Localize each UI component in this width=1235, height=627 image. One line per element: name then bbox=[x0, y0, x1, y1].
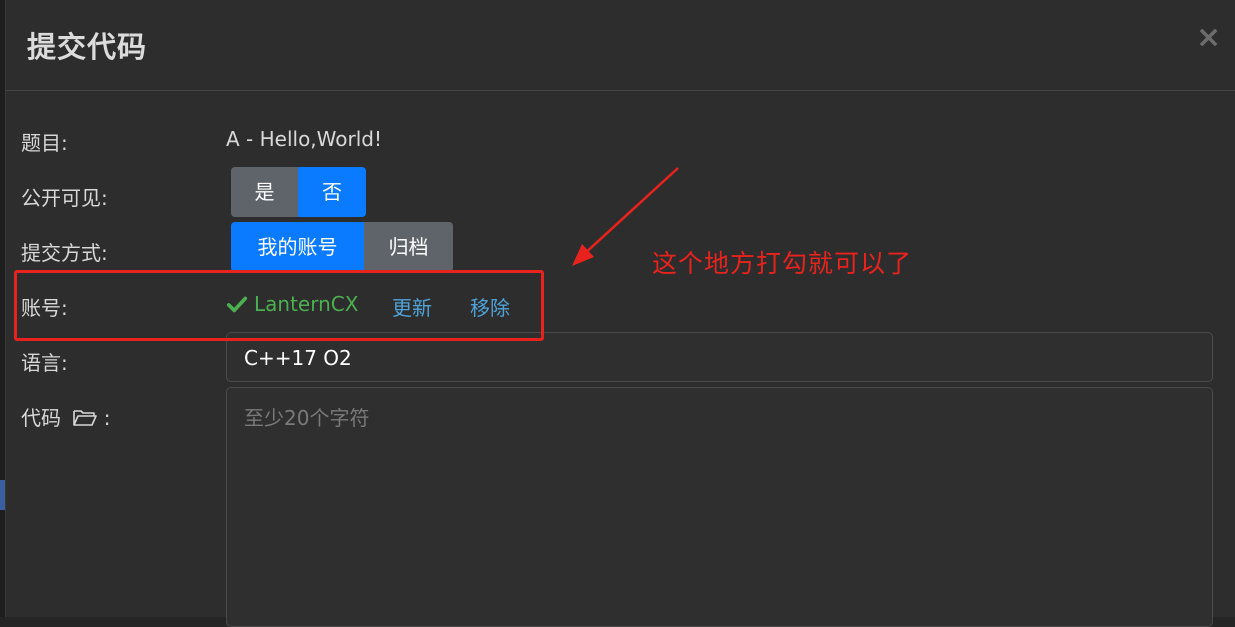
annotation-text: 这个地方打勾就可以了 bbox=[652, 249, 913, 278]
code-label-row: 代码 : bbox=[21, 402, 110, 431]
code-label: 代码 bbox=[21, 406, 61, 430]
close-button[interactable]: × bbox=[1196, 22, 1221, 54]
language-selected-value: C++17 O2 bbox=[244, 346, 352, 370]
visibility-no-button[interactable]: 否 bbox=[298, 167, 366, 217]
my-account-button[interactable]: 我的账号 bbox=[231, 222, 364, 272]
archive-button[interactable]: 归档 bbox=[364, 222, 453, 272]
code-label-colon: : bbox=[103, 406, 111, 430]
submit-method-label: 提交方式: bbox=[21, 241, 108, 265]
code-placeholder: 至少20个字符 bbox=[244, 406, 370, 430]
problem-value: A - Hello,World! bbox=[226, 127, 382, 151]
visibility-toggle-group: 是 否 bbox=[231, 167, 366, 217]
problem-label: 题目: bbox=[21, 131, 68, 155]
modal-title: 提交代码 bbox=[27, 30, 148, 64]
visibility-yes-button[interactable]: 是 bbox=[231, 167, 298, 217]
modal-header: 提交代码 × bbox=[6, 0, 1235, 91]
language-label: 语言: bbox=[21, 351, 68, 375]
visibility-label: 公开可见: bbox=[21, 186, 108, 210]
code-textarea[interactable]: 至少20个字符 bbox=[226, 387, 1213, 627]
submit-method-toggle-group: 我的账号 归档 bbox=[231, 222, 453, 272]
folder-open-icon[interactable] bbox=[73, 409, 98, 427]
annotation-highlight-box bbox=[14, 270, 544, 341]
